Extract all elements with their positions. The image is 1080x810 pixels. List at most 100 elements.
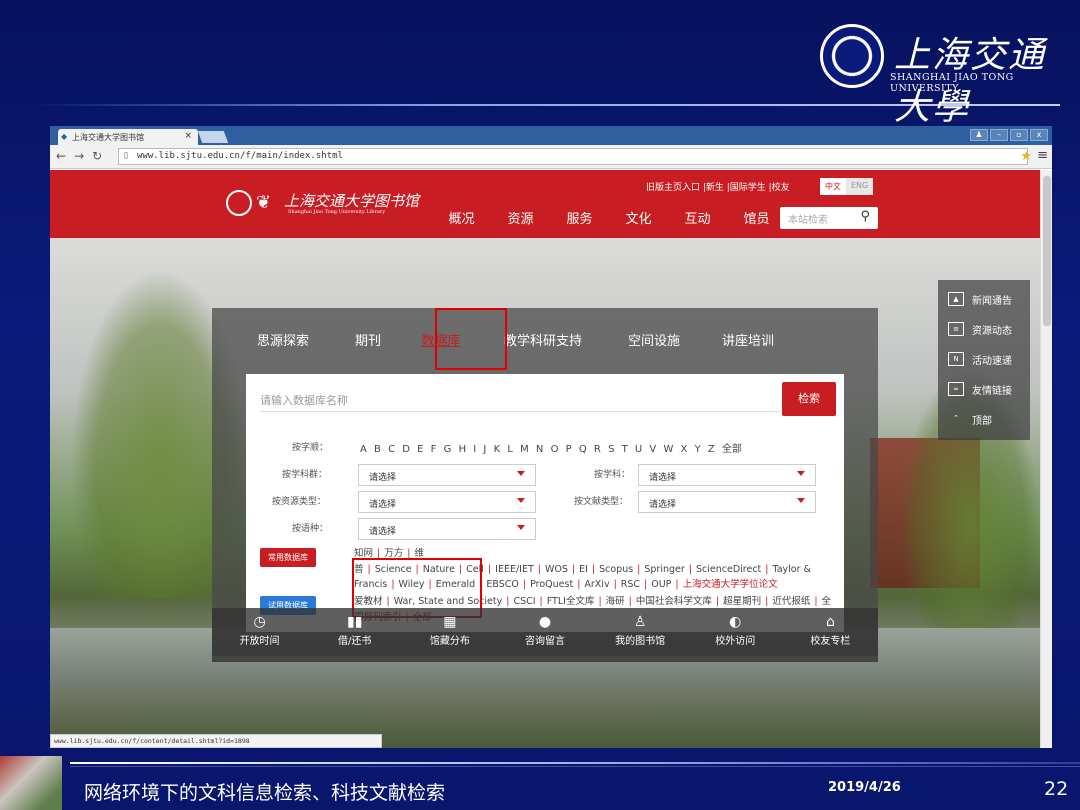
database-link[interactable]: 海研 [606, 596, 625, 607]
database-search-button[interactable]: 检索 [782, 382, 836, 416]
quick-label: 我的图书馆 [615, 636, 666, 647]
url-field[interactable]: ▯ www.lib.sjtu.edu.cn/f/main/index.shtml [118, 148, 1028, 165]
quick-mylibrary[interactable]: ♙ 我的图书馆 [593, 608, 688, 662]
tab-siyuan[interactable]: 思源探索 [232, 308, 334, 368]
reload-icon[interactable]: ↻ [92, 149, 102, 163]
separator: | [675, 579, 679, 590]
database-link[interactable]: EBSCO [486, 579, 519, 590]
letter-link[interactable]: I [473, 444, 476, 455]
quick-borrow[interactable]: ▮▮ 借/还书 [307, 608, 402, 662]
quick-alumni[interactable]: ⌂ 校友专栏 [783, 608, 878, 662]
user-icon[interactable]: ♟ [970, 129, 988, 141]
letter-link[interactable]: D [402, 444, 410, 455]
resource-type-select[interactable]: 请选择 [358, 491, 536, 513]
separator: | [765, 596, 769, 607]
database-link[interactable]: ScienceDirect [696, 564, 761, 575]
scrollbar[interactable] [1040, 170, 1052, 748]
browser-tab[interactable]: ◆ 上海交通大学图书馆 × [58, 129, 198, 145]
database-link[interactable]: OUP [651, 579, 671, 590]
database-link[interactable]: Scopus [599, 564, 633, 575]
database-link[interactable]: CSCI [513, 596, 535, 607]
user-icon: ♙ [633, 614, 647, 630]
minimize-icon[interactable]: – [990, 129, 1008, 141]
database-link[interactable]: RSC [621, 579, 640, 590]
letter-link[interactable]: 全部 [722, 444, 742, 455]
highlight-box-tab [435, 308, 507, 370]
side-events[interactable]: N 活动速递 [938, 340, 1030, 370]
side-resources[interactable]: ≡ 资源动态 [938, 310, 1030, 340]
database-link[interactable]: FTLI全文库 [547, 596, 595, 607]
letter-link[interactable]: F [431, 444, 437, 455]
letter-link[interactable]: J [483, 444, 486, 455]
tab-close-icon[interactable]: × [184, 131, 192, 141]
quick-hours[interactable]: ◷ 开放时间 [212, 608, 307, 662]
side-links[interactable]: ∞ 友情链接 [938, 370, 1030, 400]
letter-link[interactable]: Q [579, 444, 587, 455]
letter-link[interactable]: T [622, 444, 628, 455]
tab-space[interactable]: 空间设施 [606, 308, 702, 368]
language-select[interactable]: 请选择 [358, 518, 536, 540]
letter-link[interactable]: G [444, 444, 452, 455]
top-links[interactable]: 旧版主页入口 |新生 |国际学生 |校友 [646, 180, 790, 193]
scrollbar-thumb[interactable] [1043, 176, 1051, 326]
database-link[interactable]: WOS [545, 564, 568, 575]
letter-link[interactable]: M [520, 444, 529, 455]
letter-link[interactable]: C [388, 444, 395, 455]
letter-link[interactable]: Y [695, 444, 701, 455]
letter-link[interactable]: L [507, 444, 513, 455]
database-link[interactable]: 超星期刊 [723, 596, 761, 607]
letter-link[interactable]: A [360, 444, 367, 455]
quick-collection[interactable]: ▦ 馆藏分布 [402, 608, 497, 662]
maximize-icon[interactable]: ▫ [1010, 129, 1028, 141]
letter-link[interactable]: R [594, 444, 601, 455]
letter-link[interactable]: S [608, 444, 614, 455]
letter-link[interactable]: V [649, 444, 656, 455]
search-icon[interactable]: ⚲ [860, 209, 870, 224]
tab-lectures[interactable]: 讲座培训 [702, 308, 794, 368]
letter-link[interactable]: H [459, 444, 467, 455]
letter-link[interactable]: E [417, 444, 423, 455]
letter-link[interactable]: P [566, 444, 572, 455]
database-link[interactable]: ProQuest [530, 579, 573, 590]
database-link[interactable]: 近代报纸 [772, 596, 810, 607]
letter-link[interactable]: U [635, 444, 642, 455]
nav-item[interactable]: 服务 [550, 208, 609, 227]
letter-link[interactable]: K [494, 444, 501, 455]
letter-link[interactable]: W [663, 444, 673, 455]
database-link[interactable]: 中国社会科学文库 [636, 596, 712, 607]
side-news[interactable]: ▲ 新闻通告 [938, 280, 1030, 310]
subject-select[interactable]: 请选择 [638, 464, 816, 486]
forward-icon[interactable]: → [74, 149, 84, 163]
nav-item[interactable]: 资源 [491, 208, 550, 227]
nav-item[interactable]: 文化 [609, 208, 668, 227]
database-link[interactable]: ArXiv [584, 579, 609, 590]
nav-item[interactable]: 概况 [432, 208, 491, 227]
bookmark-star-icon[interactable]: ★ [1020, 149, 1032, 164]
quick-offcampus[interactable]: ◐ 校外访问 [688, 608, 783, 662]
letter-link[interactable]: O [551, 444, 559, 455]
new-tab-button[interactable] [197, 131, 229, 143]
nav-item[interactable]: 馆员 [727, 208, 786, 227]
menu-icon[interactable]: ≡ [1037, 148, 1048, 163]
side-top[interactable]: ⌃ 顶部 [938, 400, 1030, 430]
database-link-theses[interactable]: 上海交通大学学位论文 [683, 579, 778, 590]
database-link[interactable]: IEEE/IET [495, 564, 534, 575]
letter-link[interactable]: B [374, 444, 381, 455]
database-link[interactable]: Springer [644, 564, 684, 575]
doc-type-select[interactable]: 请选择 [638, 491, 816, 513]
nav-item[interactable]: 互动 [668, 208, 727, 227]
database-search-input[interactable]: 请输入数据库名称 [260, 386, 780, 412]
letter-link[interactable]: X [681, 444, 688, 455]
quick-consult[interactable]: ● 咨询留言 [497, 608, 592, 662]
database-link[interactable]: EI [579, 564, 588, 575]
tab-journals[interactable]: 期刊 [334, 308, 402, 368]
close-window-icon[interactable]: x [1030, 129, 1048, 141]
site-search-input[interactable]: 本站检索 ⚲ [780, 207, 878, 229]
lang-cn[interactable]: 中文 [820, 178, 846, 195]
letter-link[interactable]: N [536, 444, 543, 455]
lang-en[interactable]: ENG [846, 178, 874, 195]
page-icon: ▯ [123, 150, 130, 161]
subject-group-select[interactable]: 请选择 [358, 464, 536, 486]
back-icon[interactable]: ← [56, 149, 66, 163]
letter-link[interactable]: Z [708, 444, 715, 455]
